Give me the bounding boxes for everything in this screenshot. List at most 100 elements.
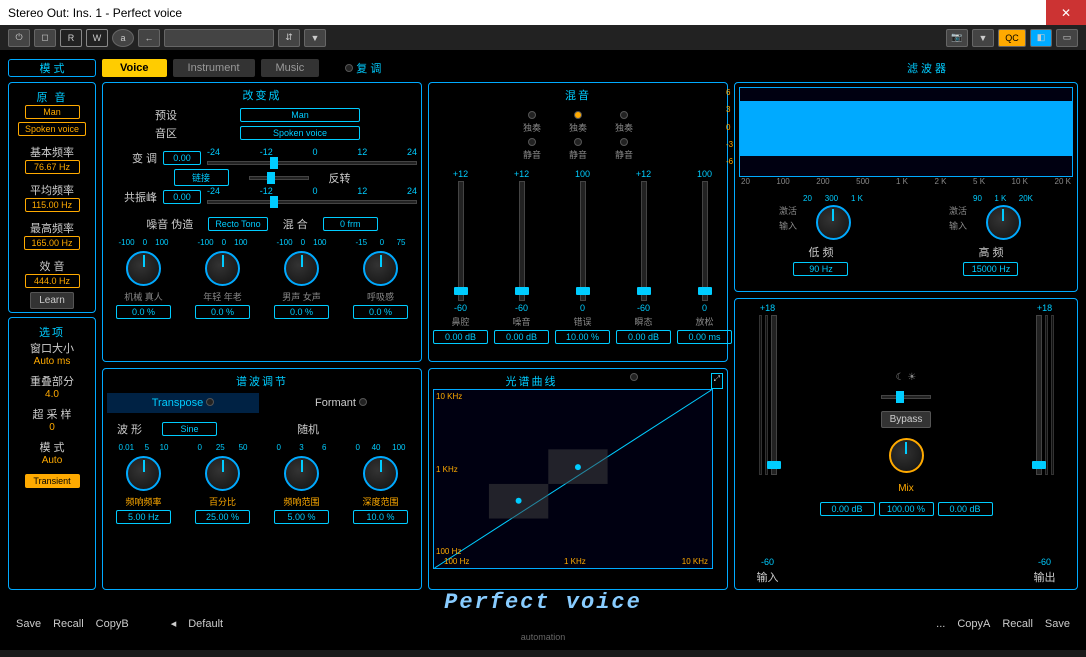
- input-slider[interactable]: [771, 315, 777, 475]
- knob-range[interactable]: [284, 456, 319, 491]
- write-button[interactable]: W: [86, 29, 108, 47]
- basic-freq-label: 基本频率: [13, 144, 91, 160]
- camera-button[interactable]: 📷: [946, 29, 968, 47]
- tab-transpose[interactable]: Transpose: [107, 393, 259, 413]
- noise-label: 噪音 伪造: [146, 216, 193, 232]
- tab-voice[interactable]: Voice: [102, 59, 167, 77]
- spectrum-curve[interactable]: 10 KHz 1 KHz 100 Hz 100 Hz 1 KHz 10 KHz: [433, 389, 713, 569]
- settings-button[interactable]: ▭: [1056, 29, 1078, 47]
- knob-depth[interactable]: [363, 456, 398, 491]
- knob-breath[interactable]: [363, 251, 398, 286]
- preset-field[interactable]: [164, 29, 274, 47]
- solo-1[interactable]: [528, 111, 536, 119]
- preset-updown[interactable]: ⇵: [278, 29, 300, 47]
- a-button[interactable]: a: [112, 29, 134, 47]
- save2-button[interactable]: Save: [1045, 618, 1070, 630]
- preset-name[interactable]: Default: [188, 618, 223, 630]
- daynight-slider[interactable]: [881, 395, 931, 399]
- arrow-button[interactable]: ←: [138, 29, 160, 47]
- original-spoken[interactable]: Spoken voice: [18, 122, 86, 136]
- close-button[interactable]: ✕: [1046, 0, 1086, 25]
- qc-button[interactable]: QC: [998, 29, 1026, 47]
- win-value[interactable]: Auto ms: [13, 356, 91, 367]
- transpose-value[interactable]: 0.00: [163, 151, 201, 165]
- filter-graph[interactable]: 630-3-6: [739, 87, 1073, 177]
- avg-freq-value[interactable]: 115.00 Hz: [25, 198, 80, 212]
- slider-transient[interactable]: [641, 181, 647, 301]
- original-panel: 原 音 Man Spoken voice 基本频率 76.67 Hz 平均频率 …: [8, 82, 96, 313]
- preset-value[interactable]: Man: [240, 108, 360, 122]
- harmonic-panel: 谱波调节 Transpose Formant 波 形 Sine 随机 0.015…: [102, 368, 422, 590]
- os-label: 超 采 样: [13, 406, 91, 422]
- solo-2[interactable]: [574, 111, 582, 119]
- formant-slider[interactable]: [207, 200, 417, 204]
- slider-noise[interactable]: [519, 181, 525, 301]
- knob-percent[interactable]: [205, 456, 240, 491]
- recall-button[interactable]: Recall: [53, 618, 84, 630]
- slider-nasal[interactable]: [458, 181, 464, 301]
- transpose-slider[interactable]: [207, 161, 417, 165]
- mode-title: 模 式: [8, 59, 96, 77]
- link-slider[interactable]: [249, 176, 309, 180]
- pin-button[interactable]: ◧: [1030, 29, 1052, 47]
- tab-formant[interactable]: Formant: [265, 393, 417, 413]
- read-button[interactable]: R: [60, 29, 82, 47]
- automation-label: automation: [8, 632, 1078, 642]
- filter-panel: 630-3-6 201002005001 K2 K5 K10 K20 K 激活输…: [734, 82, 1078, 292]
- knob-age[interactable]: [205, 251, 240, 286]
- slider-relax[interactable]: [702, 181, 708, 301]
- transpose-label: 变 调: [107, 150, 157, 166]
- knob-hifreq[interactable]: [986, 205, 1021, 240]
- knob-robot[interactable]: [126, 251, 161, 286]
- filter-title: 滤波器: [778, 60, 1078, 76]
- transient-button[interactable]: Transient: [25, 474, 80, 488]
- copya-button[interactable]: CopyA: [957, 618, 990, 630]
- curve-toggle[interactable]: [630, 373, 638, 381]
- knob-lofreq[interactable]: [816, 205, 851, 240]
- tab-music[interactable]: Music: [261, 59, 320, 77]
- os-value[interactable]: 0: [13, 422, 91, 433]
- knob-freq[interactable]: [126, 456, 161, 491]
- zone-value[interactable]: Spoken voice: [240, 126, 360, 140]
- recto-value[interactable]: Recto Tono: [208, 217, 267, 231]
- learn-button[interactable]: Learn: [30, 292, 74, 309]
- formant-value[interactable]: 0.00: [163, 190, 201, 204]
- lofreq-value[interactable]: 90 Hz: [793, 262, 848, 276]
- curve-panel: 光谱曲线⤢ 10 KHz 1 KHz 100 Hz 100 Hz 1 KHz 1…: [428, 368, 728, 590]
- max-freq-value[interactable]: 165.00 Hz: [24, 236, 79, 250]
- link-label[interactable]: 链接: [174, 169, 229, 186]
- original-man[interactable]: Man: [25, 105, 80, 119]
- bypass-button[interactable]: ◻: [34, 29, 56, 47]
- save-button[interactable]: Save: [16, 618, 41, 630]
- recall2-button[interactable]: Recall: [1002, 618, 1033, 630]
- mute-1[interactable]: [528, 138, 536, 146]
- solo-3[interactable]: [620, 111, 628, 119]
- mix-value[interactable]: 0 frm: [323, 217, 378, 231]
- tab-instrument[interactable]: Instrument: [173, 59, 255, 77]
- hifreq-value[interactable]: 15000 Hz: [963, 262, 1018, 276]
- basic-freq-value[interactable]: 76.67 Hz: [25, 160, 80, 174]
- reverse-label: 反转: [329, 170, 351, 186]
- overlap-label: 重叠部分: [13, 373, 91, 389]
- polyphony-label: 复 调: [356, 63, 381, 75]
- expand-icon[interactable]: ⤢: [711, 373, 723, 389]
- power-button[interactable]: ⏻: [8, 29, 30, 47]
- mode-value[interactable]: Auto: [13, 455, 91, 466]
- preset-label: 预设: [107, 107, 177, 123]
- copyb-button[interactable]: CopyB: [96, 618, 129, 630]
- plugin-body: 模 式 Voice Instrument Music 复 调 滤波器 原 音 M…: [0, 50, 1086, 650]
- mute-3[interactable]: [620, 138, 628, 146]
- wave-value[interactable]: Sine: [162, 422, 217, 436]
- mute-2[interactable]: [574, 138, 582, 146]
- knob-gender[interactable]: [284, 251, 319, 286]
- preset-menu[interactable]: ▼: [304, 29, 326, 47]
- fx-value[interactable]: 444.0 Hz: [25, 274, 80, 288]
- dropdown-button[interactable]: ▼: [972, 29, 994, 47]
- overlap-value[interactable]: 4.0: [13, 389, 91, 400]
- slider-error[interactable]: [580, 181, 586, 301]
- bypass-button[interactable]: Bypass: [881, 411, 932, 428]
- titlebar: Stereo Out: Ins. 1 - Perfect voice ✕: [0, 0, 1086, 25]
- mix-knob[interactable]: [889, 438, 924, 473]
- polyphony-led[interactable]: [345, 64, 353, 72]
- output-slider[interactable]: [1036, 315, 1042, 475]
